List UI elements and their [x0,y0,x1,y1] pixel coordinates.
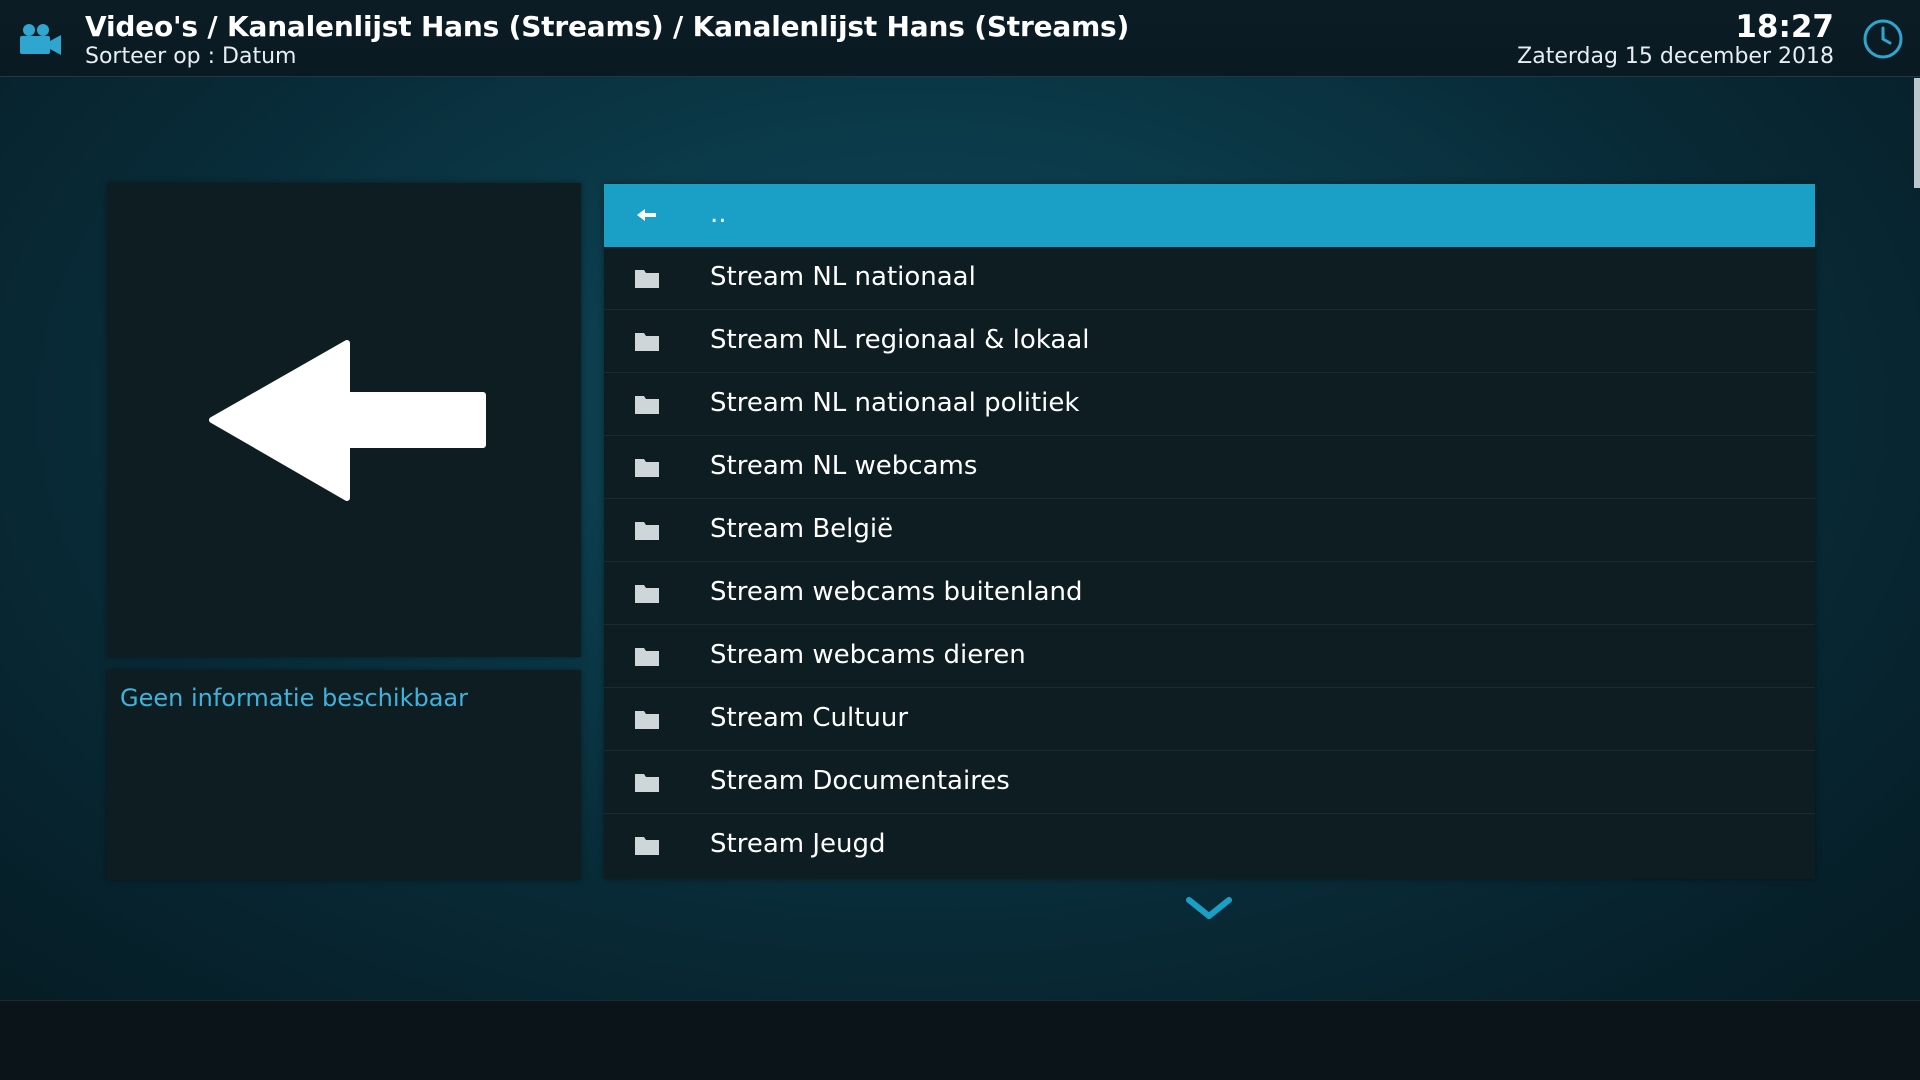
folder-icon [635,774,659,792]
info-panel: Geen informatie beschikbaar [107,670,581,880]
list-item-label: .. [710,199,727,229]
list-item[interactable]: Stream Jeugd [604,814,1815,877]
clock-time: 18:27 [1735,9,1834,45]
list-item-label: Stream NL webcams [710,451,978,481]
list-item-parent[interactable]: .. [604,184,1815,247]
video-camera-icon [20,24,61,55]
folder-icon [635,711,659,729]
breadcrumb: Video's / Kanalenlijst Hans (Streams) / … [85,10,1130,43]
list-item-label: Stream NL regionaal & lokaal [710,325,1090,355]
list-item[interactable]: Stream Documentaires [604,751,1815,814]
file-list: .. Stream NL nationaal Stream NL regiona… [604,184,1815,879]
list-item[interactable]: Stream NL nationaal [604,247,1815,310]
folder-icon [635,270,659,288]
folder-icon [635,648,659,666]
list-item-label: Stream webcams buitenland [710,577,1083,607]
scrollbar[interactable] [1912,78,1920,998]
list-item-label: Stream Jeugd [710,829,886,859]
folder-icon [635,837,659,855]
list-item-label: Stream webcams dieren [710,640,1026,670]
folder-icon [635,585,659,603]
back-arrow-icon [209,340,486,501]
clock-date: Zaterdag 15 december 2018 [1517,44,1834,69]
list-item[interactable]: Stream NL nationaal politiek [604,373,1815,436]
folder-icon [635,459,659,477]
list-item[interactable]: Stream Cultuur [604,688,1815,751]
list-item[interactable]: Stream België [604,499,1815,562]
folder-icon [635,396,659,414]
list-item-label: Stream Cultuur [710,703,909,733]
chevron-down-icon[interactable] [1185,896,1233,922]
folder-icon [635,333,659,351]
footer-bar [0,1000,1920,1080]
header-bar: Video's / Kanalenlijst Hans (Streams) / … [0,0,1920,77]
list-item-label: Stream NL nationaal [710,262,976,292]
list-item[interactable]: Stream NL webcams [604,436,1815,499]
list-item-label: Stream België [710,514,894,544]
thumbnail-panel [107,183,581,657]
list-item-label: Stream Documentaires [710,766,1010,796]
back-arrow-icon [637,209,656,221]
scrollbar-thumb[interactable] [1914,78,1920,188]
info-text: Geen informatie beschikbaar [120,684,468,712]
sort-label: Sorteer op : Datum [85,44,297,69]
list-item[interactable]: Stream webcams dieren [604,625,1815,688]
list-item[interactable]: Stream webcams buitenland [604,562,1815,625]
clock-icon [1863,19,1903,59]
list-item-label: Stream NL nationaal politiek [710,388,1080,418]
list-item[interactable]: Stream NL regionaal & lokaal [604,310,1815,373]
folder-icon [635,522,659,540]
